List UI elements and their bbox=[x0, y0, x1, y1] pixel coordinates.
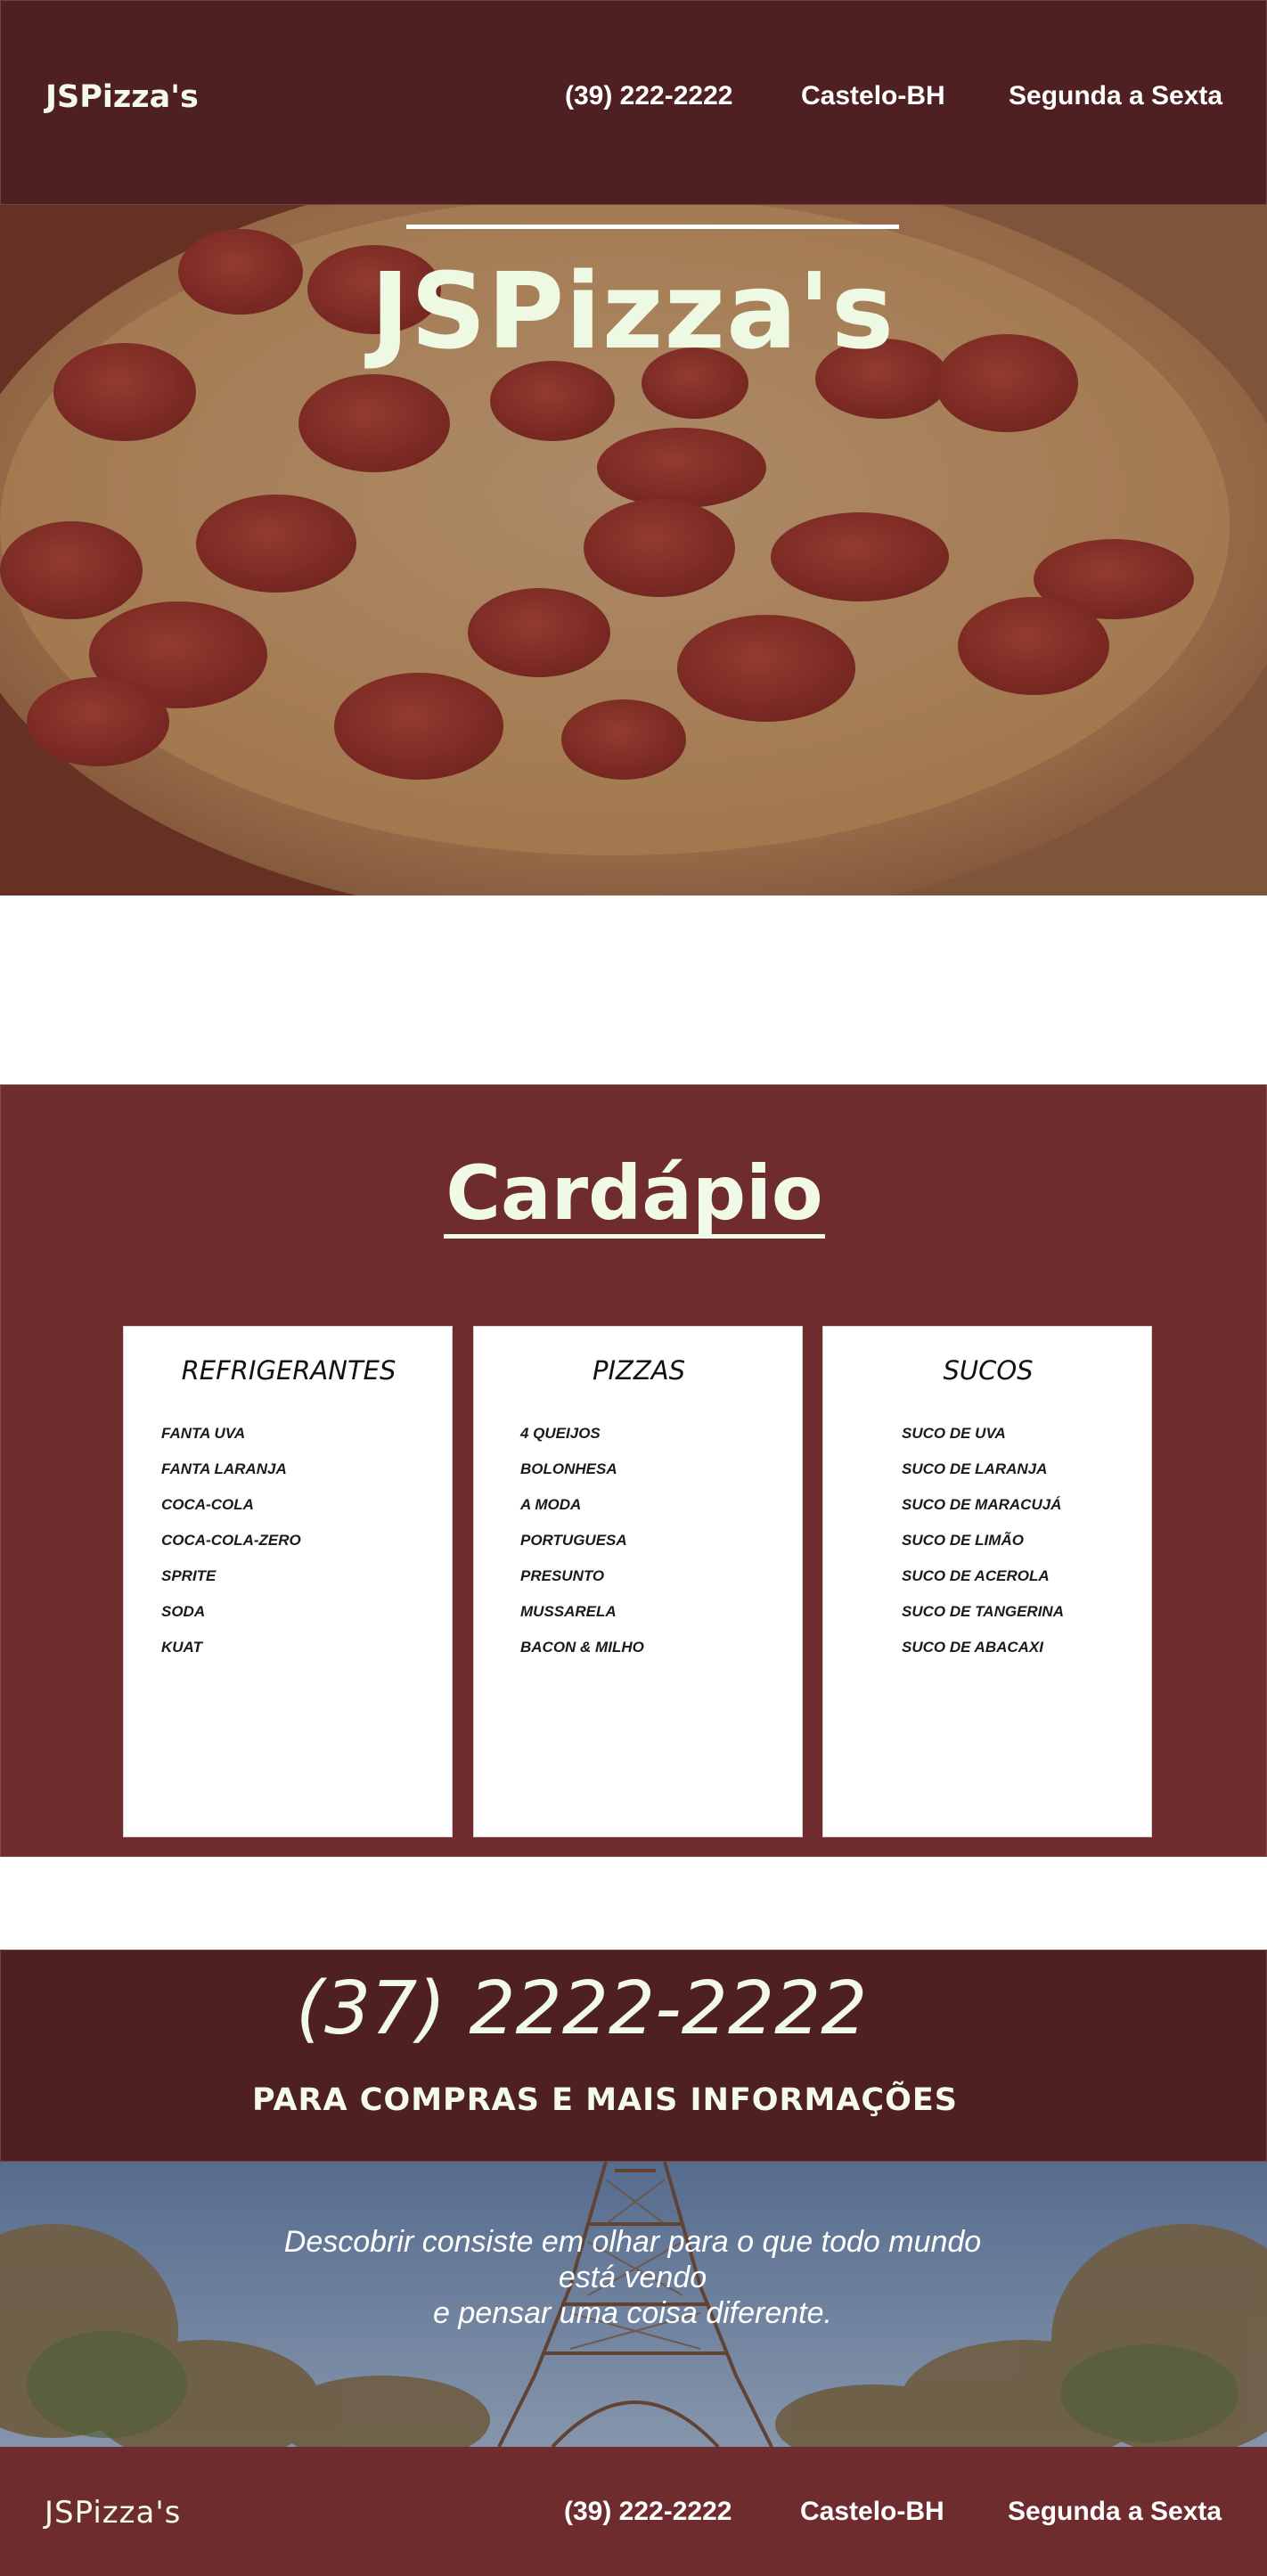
header-phone-link[interactable]: (39) 222-2222 bbox=[565, 81, 732, 111]
list-item: SODA bbox=[161, 1603, 206, 1620]
footer-phone-link[interactable]: (39) 222-2222 bbox=[564, 2497, 732, 2527]
list-item: SUCO DE MARACUJÁ bbox=[902, 1496, 1062, 1513]
quote-text: Descobrir consiste em olhar para o que t… bbox=[0, 2224, 1267, 2331]
list-item: MUSSARELA bbox=[520, 1603, 617, 1620]
list-item: 4 QUEIJOS bbox=[520, 1425, 601, 1442]
menu-title-wrap: Cardápio bbox=[1, 1154, 1267, 1239]
card-title: SUCOS bbox=[943, 1355, 1034, 1386]
hero-title-text: JSPizza's bbox=[370, 249, 895, 372]
list-item: SUCO DE LIMÃO bbox=[902, 1532, 1024, 1549]
quote-section: Descobrir consiste em olhar para o que t… bbox=[0, 2162, 1267, 2447]
list-item: FANTA UVA bbox=[161, 1425, 246, 1442]
card-item-list: SUCO DE UVA SUCO DE LARANJA SUCO DE MARA… bbox=[902, 1423, 1064, 1672]
hero-divider-line bbox=[406, 225, 899, 229]
hero-banner: JSPizza's bbox=[0, 205, 1267, 895]
hero-title: JSPizza's bbox=[0, 249, 1267, 372]
header-days-link[interactable]: Segunda a Sexta bbox=[1009, 81, 1222, 111]
header-location-link[interactable]: Castelo-BH bbox=[801, 81, 945, 111]
contact-subtitle: PARA COMPRAS E MAIS INFORMAÇÕES bbox=[1, 2082, 1267, 2118]
menu-card-refrigerantes: REFRIGERANTES FANTA UVA FANTA LARANJA CO… bbox=[123, 1326, 453, 1837]
menu-card-pizzas: PIZZAS 4 QUEIJOS BOLONHESA A MODA PORTUG… bbox=[473, 1326, 803, 1837]
list-item: FANTA LARANJA bbox=[161, 1460, 287, 1477]
card-item-list: FANTA UVA FANTA LARANJA COCA-COLA COCA-C… bbox=[161, 1423, 301, 1672]
menu-title: Cardápio bbox=[444, 1154, 825, 1239]
footer: JSPizza's (39) 222-2222 Castelo-BH Segun… bbox=[0, 2447, 1267, 2576]
list-item: SUCO DE UVA bbox=[902, 1425, 1006, 1442]
contact-band: (37) 2222-2222 PARA COMPRAS E MAIS INFOR… bbox=[0, 1950, 1267, 2162]
menu-card-sucos: SUCOS SUCO DE UVA SUCO DE LARANJA SUCO D… bbox=[822, 1326, 1152, 1837]
list-item: SUCO DE ACEROLA bbox=[902, 1567, 1050, 1584]
footer-brand-logo[interactable]: JSPizza's bbox=[45, 2495, 181, 2531]
list-item: A MODA bbox=[520, 1496, 582, 1513]
list-item: BOLONHESA bbox=[520, 1460, 617, 1477]
list-item: SUCO DE TANGERINA bbox=[902, 1603, 1064, 1620]
list-item: PORTUGUESA bbox=[520, 1532, 627, 1549]
list-item: SPRITE bbox=[161, 1567, 217, 1584]
list-item: PRESUNTO bbox=[520, 1567, 605, 1584]
card-title: REFRIGERANTES bbox=[181, 1355, 396, 1386]
list-item: SUCO DE ABACAXI bbox=[902, 1639, 1043, 1656]
card-title: PIZZAS bbox=[592, 1355, 686, 1386]
footer-days-link[interactable]: Segunda a Sexta bbox=[1008, 2497, 1222, 2527]
footer-location-link[interactable]: Castelo-BH bbox=[800, 2497, 944, 2527]
card-item-list: 4 QUEIJOS BOLONHESA A MODA PORTUGUESA PR… bbox=[520, 1423, 644, 1672]
quote-line: e pensar uma coisa diferente. bbox=[433, 2296, 832, 2330]
contact-subtitle-text: PARA COMPRAS E MAIS INFORMAÇÕES bbox=[252, 2082, 958, 2118]
header-brand-logo[interactable]: JSPizza's bbox=[45, 79, 199, 115]
list-item: COCA-COLA bbox=[161, 1496, 254, 1513]
list-item: BACON & MILHO bbox=[520, 1639, 644, 1656]
quote-line: Descobrir consiste em olhar para o que t… bbox=[283, 2225, 982, 2259]
list-item: SUCO DE LARANJA bbox=[902, 1460, 1048, 1477]
top-header: JSPizza's (39) 222-2222 Castelo-BH Segun… bbox=[0, 0, 1267, 205]
quote-line: está vendo bbox=[558, 2261, 707, 2294]
list-item: KUAT bbox=[161, 1639, 202, 1656]
list-item: COCA-COLA-ZERO bbox=[161, 1532, 301, 1549]
contact-phone-number[interactable]: (37) 2222-2222 bbox=[296, 1967, 867, 2051]
menu-section: Cardápio REFRIGERANTES FANTA UVA FANTA L… bbox=[0, 1084, 1267, 1857]
